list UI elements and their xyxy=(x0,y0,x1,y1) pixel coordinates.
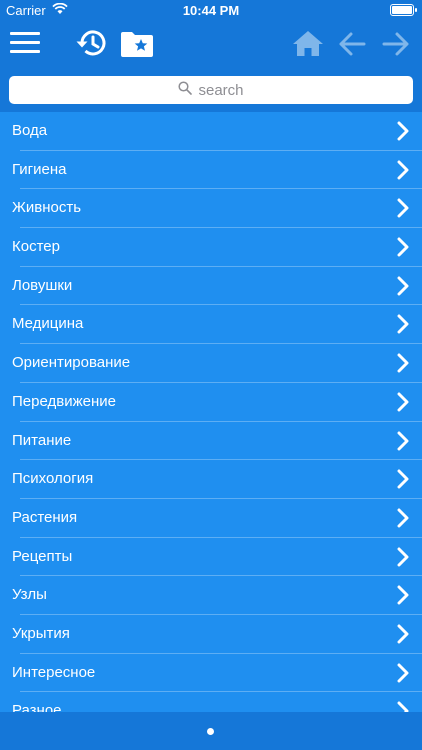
list-item-label: Ориентирование xyxy=(12,354,131,372)
chevron-right-icon xyxy=(396,392,410,417)
bottom-bar xyxy=(0,712,422,750)
list-item[interactable]: Интересное xyxy=(0,654,422,693)
list-item-label: Живность xyxy=(12,199,82,217)
back-arrow-icon[interactable] xyxy=(338,30,366,63)
list-item[interactable]: Рецепты xyxy=(0,538,422,577)
history-icon[interactable] xyxy=(74,28,108,63)
chevron-right-icon xyxy=(396,547,410,572)
list-item-label: Укрытия xyxy=(12,624,70,642)
chevron-right-icon xyxy=(396,508,410,533)
chevron-right-icon xyxy=(396,121,410,146)
list-item[interactable]: Узлы xyxy=(0,576,422,615)
list-item-label: Медицина xyxy=(12,315,84,333)
list-item-label: Ловушки xyxy=(12,276,73,294)
menu-icon[interactable] xyxy=(10,32,40,56)
chevron-right-icon xyxy=(396,353,410,378)
list-item-label: Узлы xyxy=(12,586,47,604)
chevron-right-icon xyxy=(396,431,410,456)
list-item[interactable]: Питание xyxy=(0,422,422,461)
list-item-label: Растения xyxy=(12,508,78,526)
status-time: 10:44 PM xyxy=(182,3,240,18)
chevron-right-icon xyxy=(396,237,410,262)
list-item-label: Передвижение xyxy=(12,392,116,410)
list-item[interactable]: Укрытия xyxy=(0,615,422,654)
list-item[interactable]: Передвижение xyxy=(0,383,422,422)
list-item-label: Гигиена xyxy=(12,160,67,178)
list-item[interactable]: Костер xyxy=(0,228,422,267)
chevron-right-icon xyxy=(396,160,410,185)
status-bar: Carrier 10:44 PM xyxy=(0,0,422,22)
list-item-label: Питание xyxy=(12,431,72,449)
favorites-folder-icon[interactable] xyxy=(120,30,154,63)
list-item-label: Психология xyxy=(12,470,94,488)
list-item-label: Рецепты xyxy=(12,547,73,565)
list-item[interactable]: Психология xyxy=(0,460,422,499)
search-icon xyxy=(178,81,193,99)
chevron-right-icon xyxy=(396,198,410,223)
list-item[interactable]: Разное xyxy=(0,692,422,712)
category-list: Вода Гигиена Живность Костер Ловушки Медицина… xyxy=(0,112,422,712)
list-item[interactable]: Вода xyxy=(0,112,422,151)
chevron-right-icon xyxy=(396,276,410,301)
top-toolbar: Carrier 10:44 PM search xyxy=(0,0,422,112)
list-item-label: Интересное xyxy=(12,663,96,681)
chevron-right-icon xyxy=(396,624,410,649)
chevron-right-icon xyxy=(396,663,410,688)
battery-icon xyxy=(390,4,417,16)
list-item-label: Вода xyxy=(12,122,48,139)
search-placeholder: search xyxy=(198,81,244,99)
list-item-label: Разное xyxy=(12,702,62,712)
chevron-right-icon xyxy=(396,585,410,610)
list-item[interactable]: Ориентирование xyxy=(0,344,422,383)
home-icon[interactable] xyxy=(292,29,324,62)
forward-arrow-icon[interactable] xyxy=(382,30,410,63)
page-indicator-dot xyxy=(207,728,214,735)
chevron-right-icon xyxy=(396,701,410,712)
list-item[interactable]: Растения xyxy=(0,499,422,538)
list-item-label: Костер xyxy=(12,238,60,256)
list-item[interactable]: Живность xyxy=(0,189,422,229)
search-input[interactable]: search xyxy=(9,76,413,104)
chevron-right-icon xyxy=(396,314,410,339)
chevron-right-icon xyxy=(396,469,410,494)
list-item[interactable]: Гигиена xyxy=(0,151,422,190)
list-item[interactable]: Медицина xyxy=(0,305,422,345)
list-item[interactable]: Ловушки xyxy=(0,267,422,306)
